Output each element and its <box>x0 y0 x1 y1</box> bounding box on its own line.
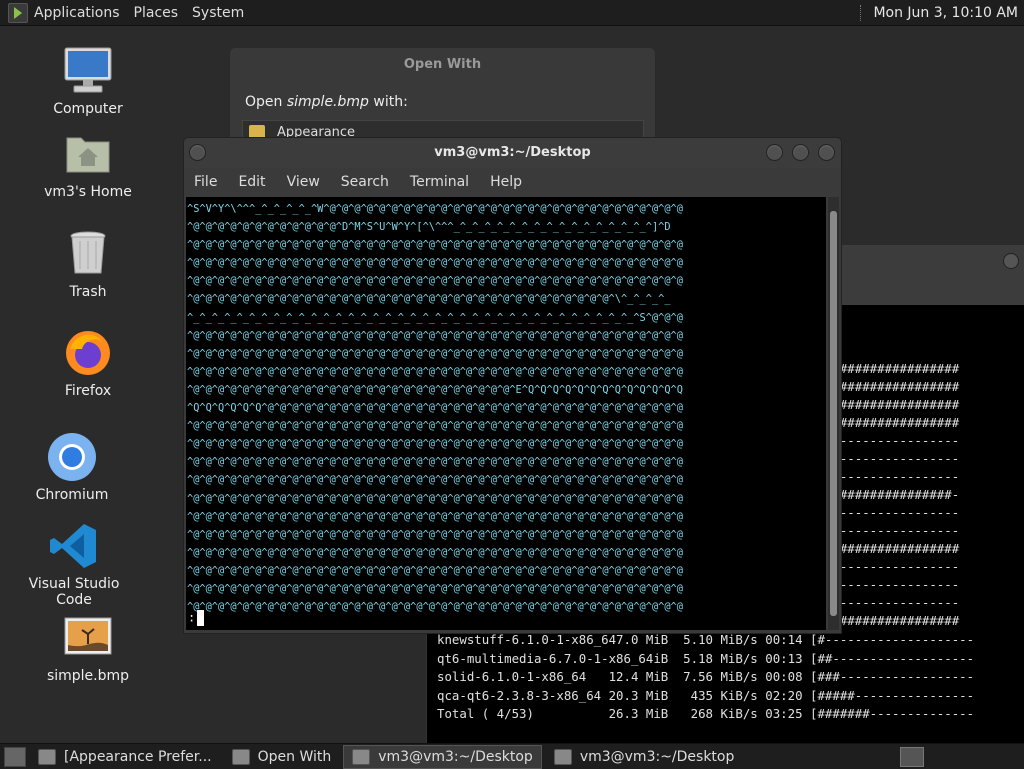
desktop-icon-label: Computer <box>53 101 123 117</box>
panel-separator <box>860 4 863 21</box>
terminal2-close-icon[interactable] <box>1003 253 1019 269</box>
minimize-icon[interactable] <box>766 144 783 161</box>
desktop-icon-home[interactable]: vm3's Home <box>33 128 143 200</box>
maximize-icon[interactable] <box>792 144 809 161</box>
terminal2-download-output: knewstuff-6.1.0-1-x86_647.0 MiB 5.10 MiB… <box>437 632 975 721</box>
task-label: Open With <box>257 748 332 765</box>
menu-search[interactable]: Search <box>341 174 389 190</box>
dialog-prompt: Open simple.bmp with: <box>245 94 408 110</box>
menu-terminal[interactable]: Terminal <box>410 174 469 190</box>
dialog-title: Open With <box>403 57 482 72</box>
menu-places[interactable]: Places <box>134 5 179 21</box>
desktop-icon-chromium[interactable]: Chromium <box>17 431 127 503</box>
desktop-icon-label: Visual Studio Code <box>28 576 120 608</box>
desktop-icon-label: Firefox <box>64 383 112 399</box>
pager-prompt: : <box>188 610 196 625</box>
terminal-scrollbar[interactable] <box>828 197 839 630</box>
prompt-file: simple.bmp <box>286 94 369 110</box>
task-label: vm3@vm3:~/Desktop <box>378 748 533 765</box>
desktop-icon-firefox[interactable]: Firefox <box>33 327 143 399</box>
desktop-icon-label: Chromium <box>35 487 109 503</box>
appearance-app-icon <box>38 748 56 765</box>
terminal-menubar: File Edit View Search Terminal Help <box>184 168 841 196</box>
terminal-prompt-line[interactable]: : <box>188 610 205 626</box>
task-label: [Appearance Prefer... <box>64 748 212 765</box>
menu-help[interactable]: Help <box>490 174 522 190</box>
top-panel: Applications Places System Mon Jun 3, 10… <box>0 0 1024 26</box>
scrollbar-thumb[interactable] <box>830 211 837 616</box>
show-desktop-icon[interactable] <box>4 746 26 767</box>
computer-icon <box>62 45 114 97</box>
menu-applications[interactable]: Applications <box>34 5 120 21</box>
vscode-icon <box>48 520 100 572</box>
terminal-screen[interactable]: ^S^V^Y^\^^^_^_^_^_^_^W^@^@^@^@^@^@^@^@^@… <box>186 197 826 630</box>
prompt-suffix: with: <box>368 94 408 110</box>
taskbar: [Appearance Prefer... Open With vm3@vm3:… <box>0 743 1024 769</box>
desktop-icon-label: vm3's Home <box>44 184 132 200</box>
desktop-icon-computer[interactable]: Computer <box>33 45 143 117</box>
clock[interactable]: Mon Jun 3, 10:10 AM <box>873 5 1018 21</box>
task-terminal-active[interactable]: vm3@vm3:~/Desktop <box>343 744 542 769</box>
terminal-window[interactable]: vm3@vm3:~/Desktop File Edit View Search … <box>183 137 842 634</box>
menu-edit[interactable]: Edit <box>238 174 265 190</box>
menu-system[interactable]: System <box>192 5 244 21</box>
task-label: vm3@vm3:~/Desktop <box>579 748 735 765</box>
desktop-icon-vscode[interactable]: Visual Studio Code <box>19 520 129 608</box>
terminal-titlebar[interactable]: vm3@vm3:~/Desktop <box>184 138 841 168</box>
terminal-title: vm3@vm3:~/Desktop <box>434 145 591 160</box>
desktop-icon-trash[interactable]: Trash <box>33 228 143 300</box>
firefox-icon <box>62 327 114 379</box>
dialog-app-icon <box>231 748 250 765</box>
workspace-switcher-icon[interactable] <box>900 746 924 767</box>
close-icon[interactable] <box>818 144 835 161</box>
chromium-icon <box>46 431 98 483</box>
desktop-icon-label: simple.bmp <box>46 668 130 684</box>
desktop-icon-simple-bmp[interactable]: simple.bmp <box>33 612 143 684</box>
menu-view[interactable]: View <box>287 174 320 190</box>
applications-logo-icon[interactable] <box>8 2 28 23</box>
task-terminal-2[interactable]: vm3@vm3:~/Desktop <box>546 746 743 768</box>
menu-file[interactable]: File <box>194 174 217 190</box>
prompt-prefix: Open <box>245 94 287 110</box>
terminal-app-icon <box>352 748 371 765</box>
trash-icon <box>62 228 114 280</box>
terminal-app-icon <box>553 748 572 765</box>
text-cursor <box>197 610 205 626</box>
home-folder-icon <box>62 128 114 180</box>
image-file-icon <box>62 612 114 664</box>
task-appearance-preferences[interactable]: [Appearance Prefer... <box>30 746 220 768</box>
desktop-icon-label: Trash <box>69 284 107 300</box>
terminal-output: ^S^V^Y^\^^^_^_^_^_^_^W^@^@^@^@^@^@^@^@^@… <box>187 203 683 614</box>
task-open-with[interactable]: Open With <box>224 746 340 768</box>
